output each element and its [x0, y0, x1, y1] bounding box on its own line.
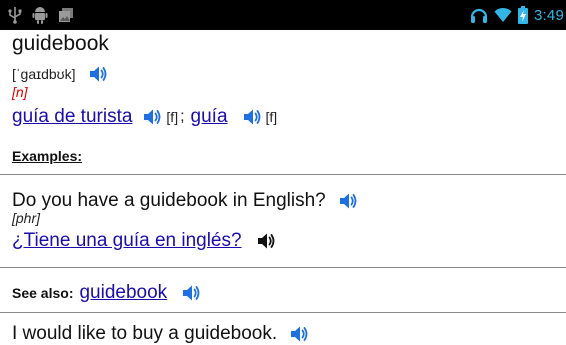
- headset-icon: [470, 6, 488, 24]
- battery-charging-icon: [518, 6, 528, 24]
- example-part-of-speech: [phr]: [12, 210, 41, 226]
- gender-label: [f]: [265, 109, 278, 125]
- status-bar-notifications: [0, 0, 74, 30]
- example-sentence: Do you have a guidebook in English?: [12, 188, 358, 214]
- speaker-icon[interactable]: [289, 324, 309, 344]
- pronunciation: [ˈɡaɪdbʊk]: [12, 66, 76, 82]
- examples-heading: Examples:: [12, 148, 83, 164]
- translation-link-guia[interactable]: guía: [191, 106, 228, 128]
- see-also-link[interactable]: guidebook: [79, 282, 167, 304]
- see-also-row: See also: guidebook: [12, 280, 201, 306]
- speaker-icon[interactable]: [142, 107, 162, 127]
- translation-link-guia-de-turista[interactable]: guía de turista: [12, 106, 132, 128]
- speaker-icon[interactable]: [242, 107, 262, 127]
- see-also-label: See also:: [12, 285, 74, 301]
- divider: [0, 174, 566, 175]
- speaker-icon[interactable]: [88, 64, 108, 84]
- example-text: Do you have a guidebook in English?: [12, 190, 326, 211]
- speaker-icon[interactable]: [256, 231, 276, 251]
- gallery-icon: [58, 7, 74, 23]
- example-translation-link[interactable]: ¿Tiene una guía en inglés?: [12, 230, 242, 252]
- speaker-icon[interactable]: [338, 191, 358, 211]
- headword: guidebook: [12, 32, 109, 55]
- divider: [0, 267, 566, 268]
- part-of-speech: [n]: [12, 84, 28, 100]
- usb-icon: [8, 6, 22, 24]
- gender-label: [f]: [166, 109, 179, 125]
- example-sentence: I would like to buy a guidebook.: [12, 321, 309, 345]
- wifi-icon: [494, 7, 512, 23]
- divider: [0, 312, 566, 313]
- translations-row: guía de turista [f] ; guía [f]: [12, 104, 277, 130]
- pronunciation-row: [ˈɡaɪdbʊk]: [12, 62, 108, 86]
- status-bar-system: 3:49: [470, 0, 566, 30]
- example-text: I would like to buy a guidebook.: [12, 323, 278, 344]
- example-translation-row: ¿Tiene una guía en inglés?: [12, 228, 276, 254]
- status-clock: 3:49: [534, 6, 564, 24]
- dictionary-entry[interactable]: guidebook [ˈɡaɪdbʊk] [n] guía de turista…: [0, 30, 566, 345]
- separator: ;: [180, 108, 185, 125]
- speaker-icon[interactable]: [181, 283, 201, 303]
- status-bar: 3:49: [0, 0, 566, 30]
- android-debug-icon: [32, 6, 48, 24]
